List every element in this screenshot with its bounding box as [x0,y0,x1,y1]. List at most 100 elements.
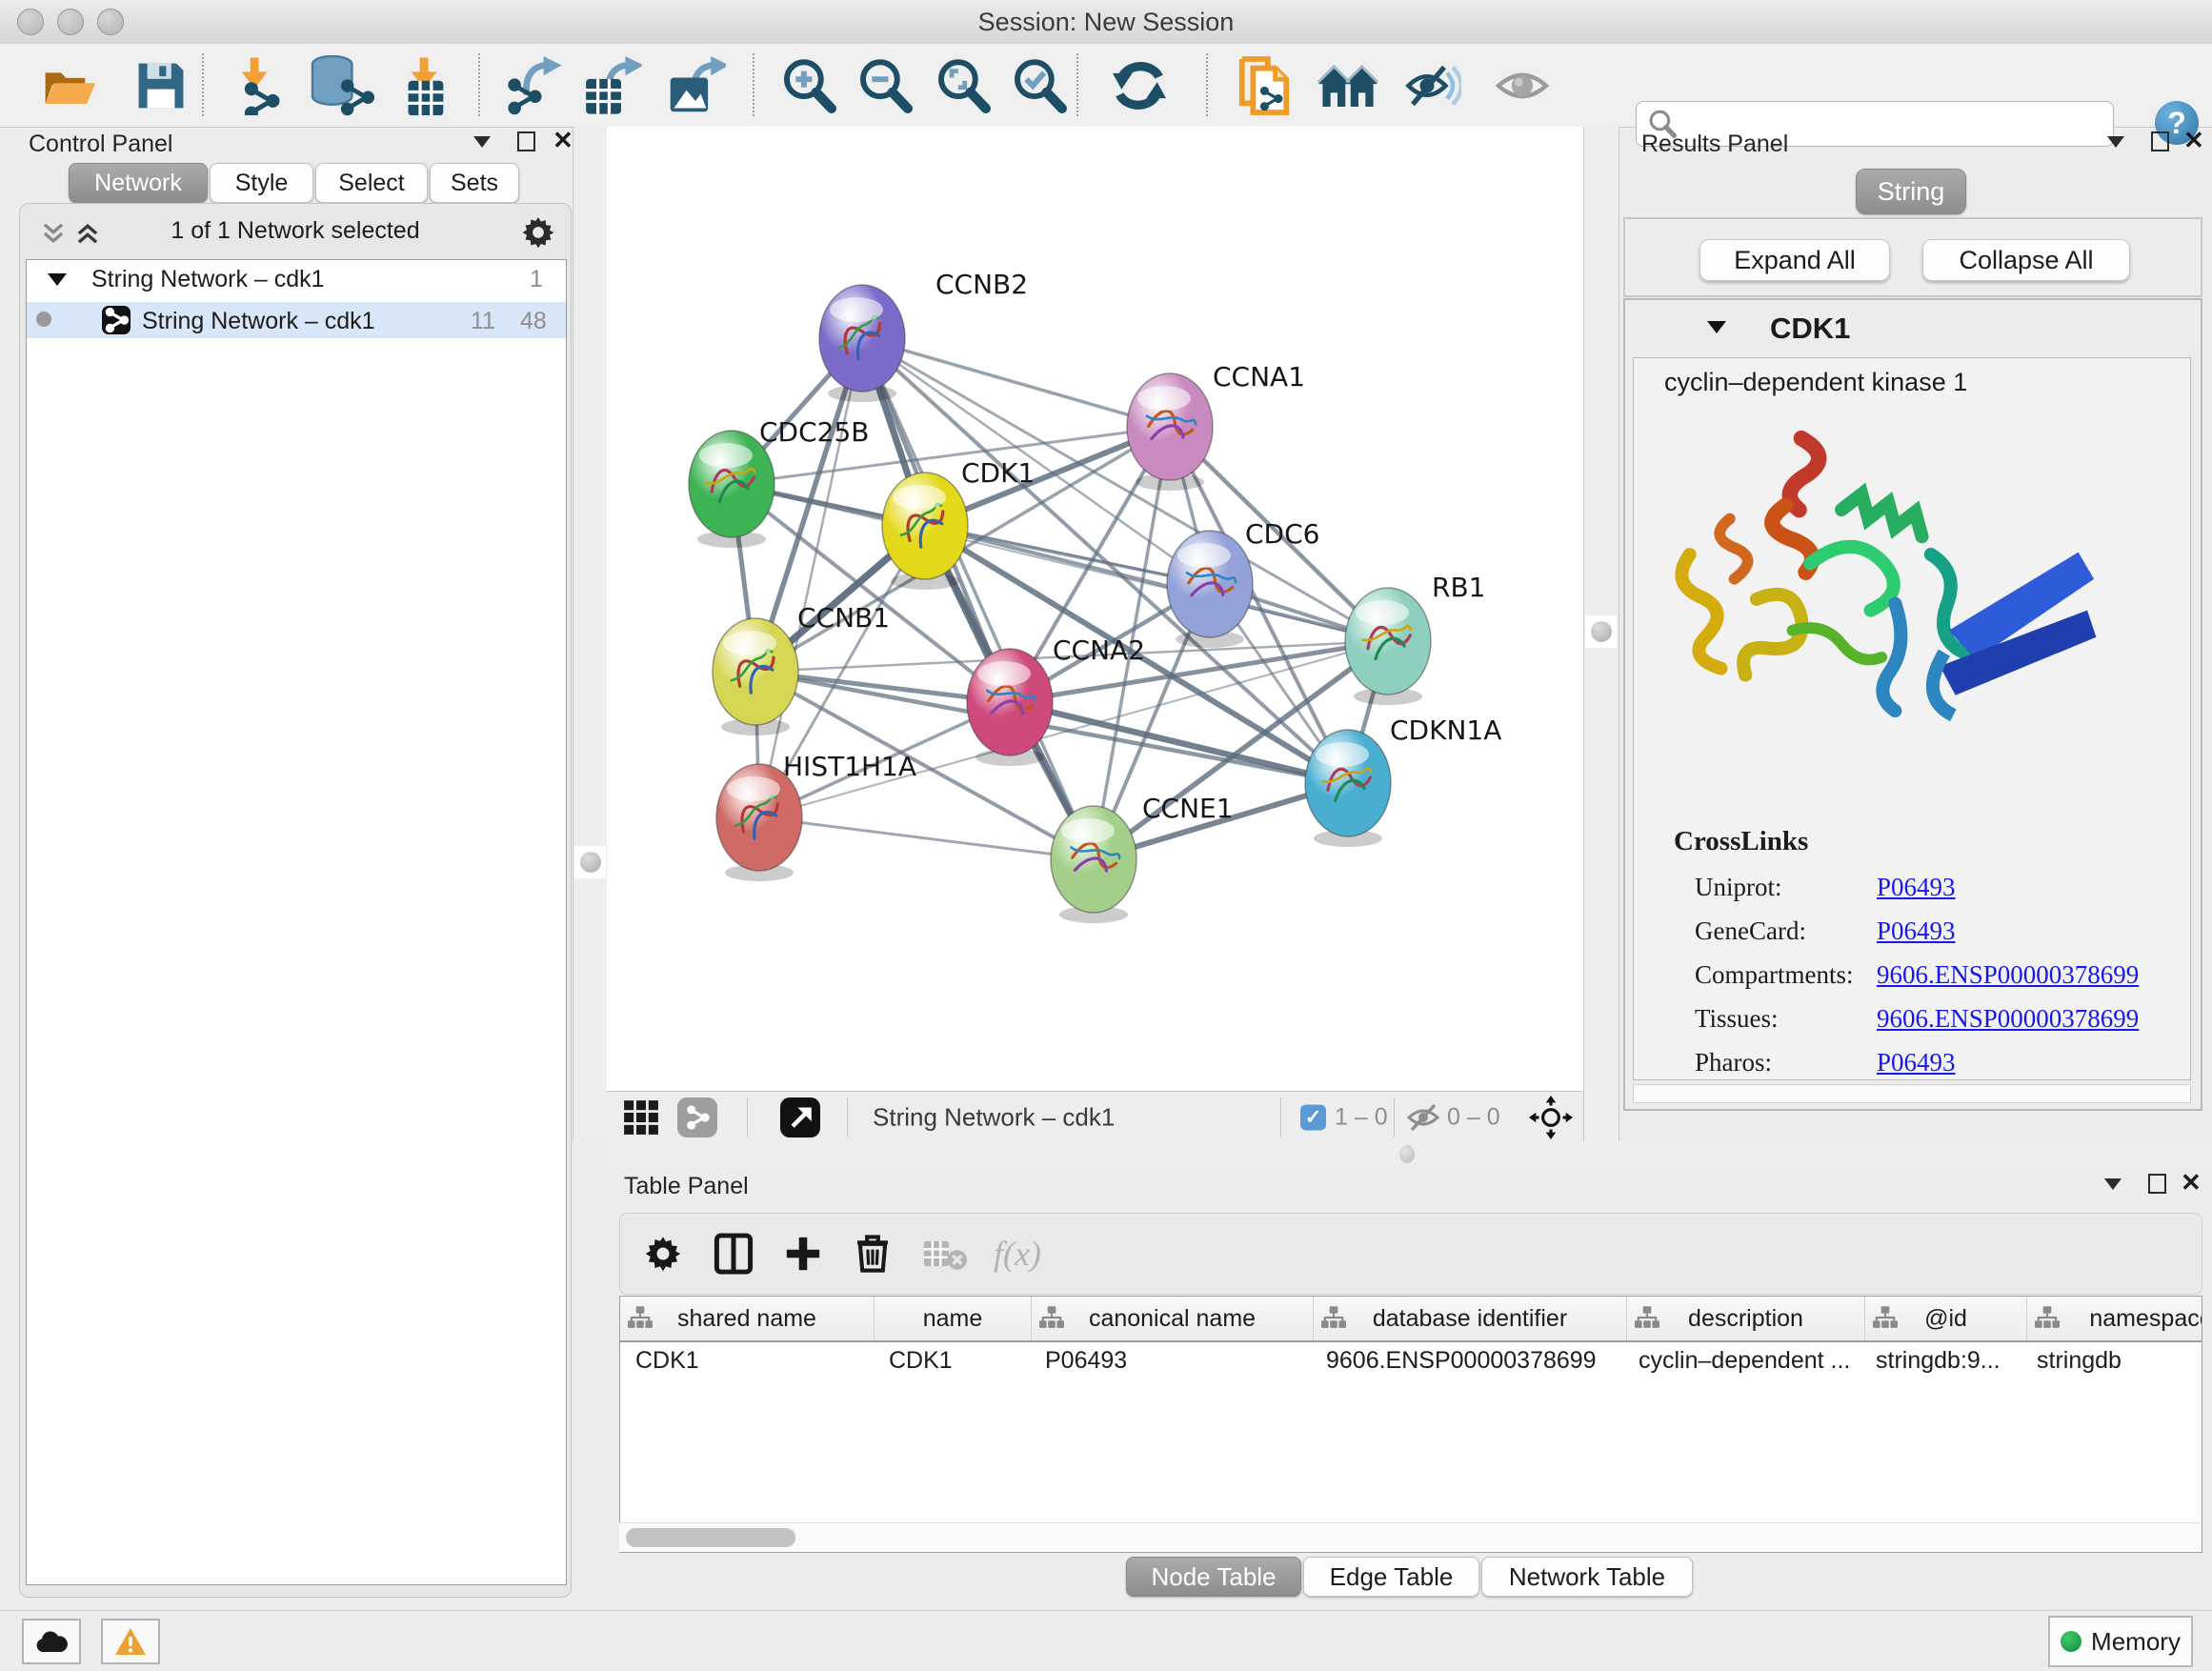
network-row-selected[interactable]: String Network – cdk1 11 48 [27,302,566,338]
network-label: String Network – cdk1 [142,308,375,335]
network-node-CDK1[interactable] [882,473,968,579]
results-scrollbar-track[interactable] [1633,1084,2191,1103]
tab-edge-table[interactable]: Edge Table [1303,1557,1479,1597]
hide-unhide-icon[interactable] [1404,61,1461,111]
zoom-fit-icon[interactable] [935,58,991,113]
network-edge-CCNA2-CDKN1A[interactable] [1010,702,1348,783]
column-header-canonical-name[interactable]: canonical name [1032,1297,1314,1340]
network-graph[interactable]: CCNB2CCNA1CDC25BCDK1CDC6RB1CCNB1CCNA2CDK… [607,127,1583,1091]
network-node-CDC6[interactable] [1167,531,1253,637]
right-splitter-grip[interactable] [1585,615,1617,648]
refresh-icon[interactable] [1111,59,1168,112]
tab-style[interactable]: Style [210,163,313,203]
table-panel-close-icon[interactable]: ✕ [2181,1173,2202,1192]
network-node-CCNA2[interactable] [967,649,1053,755]
table-panel-collapse-icon[interactable] [2104,1178,2122,1190]
create-column-icon[interactable] [784,1235,822,1273]
column-header-namespace[interactable]: namespace [2027,1297,2202,1340]
control-panel-collapse-icon[interactable] [473,136,491,148]
left-splitter-grip[interactable] [574,846,606,878]
control-panel-close-icon[interactable]: ✕ [553,131,573,150]
tab-string[interactable]: String [1856,169,1966,214]
network-node-CCNA1[interactable] [1127,373,1213,480]
tab-network-table[interactable]: Network Table [1481,1557,1693,1597]
selected-checkbox-icon[interactable]: ✓ [1300,1104,1326,1130]
crosslink-link[interactable]: P06493 [1877,916,1956,946]
save-session-icon[interactable] [135,60,187,111]
node-label-CDK1: CDK1 [961,457,1035,489]
network-canvas[interactable]: CCNB2CCNA1CDC25BCDK1CDC6RB1CCNB1CCNA2CDK… [607,127,1583,1091]
import-table-icon[interactable] [396,56,453,115]
node-label-CDC6: CDC6 [1245,518,1319,550]
export-network-icon[interactable] [503,56,562,115]
crosslink-link[interactable]: P06493 [1877,873,1956,902]
zoom-out-icon[interactable] [857,58,913,113]
crosslink-link[interactable]: P06493 [1877,1048,1956,1077]
crosslink-link[interactable]: 9606.ENSP00000378699 [1877,1004,2139,1034]
column-header-@id[interactable]: @id [1865,1297,2027,1340]
column-header-description[interactable]: description [1627,1297,1865,1340]
control-panel-float-icon[interactable] [517,131,535,151]
table-options-gear-icon[interactable] [644,1235,682,1273]
tab-network[interactable]: Network [69,163,208,203]
show-graphics-details-icon[interactable] [1496,67,1549,105]
collection-expand-caret[interactable] [48,273,67,286]
network-node-RB1[interactable] [1345,588,1431,695]
network-node-CCNB2[interactable] [819,285,905,392]
tab-sets[interactable]: Sets [430,163,519,203]
show-columns-icon[interactable] [714,1233,754,1275]
crosslink-row: Tissues:9606.ENSP00000378699 [1634,1004,2190,1042]
export-image-icon[interactable] [665,56,726,115]
network-collection-row[interactable]: String Network – cdk1 1 [27,260,566,302]
table-row[interactable]: CDK1CDK1P064939606.ENSP00000378699cyclin… [620,1342,2202,1379]
column-header-database-identifier[interactable]: database identifier [1314,1297,1627,1340]
open-session-icon[interactable] [42,62,97,110]
crosslink-row: Pharos:P06493 [1634,1048,2190,1080]
expand-all-button[interactable]: Expand All [1699,239,1890,281]
horizontal-splitter-grip[interactable] [1399,1145,1415,1163]
network-from-clipboard-icon[interactable] [1237,55,1292,116]
memory-button[interactable]: Memory [2048,1616,2193,1667]
delete-column-icon[interactable] [855,1233,891,1275]
tab-node-table[interactable]: Node Table [1126,1557,1301,1597]
column-header-name[interactable]: name [875,1297,1032,1340]
network-edge-CCNB2-HIST1H1A[interactable] [759,338,862,817]
results-panel-float-icon[interactable] [2151,131,2169,151]
crosslink-link[interactable]: 9606.ENSP00000378699 [1877,960,2139,990]
grid-view-icon[interactable] [623,1099,659,1136]
protein-structure-image [1662,425,2110,749]
fit-content-crosshair-icon[interactable] [1529,1096,1573,1139]
hidden-eye-icon[interactable] [1405,1102,1441,1133]
network-node-CCNB1[interactable] [713,618,798,725]
network-overview-icon[interactable] [677,1097,717,1137]
node-table[interactable]: shared namenamecanonical namedatabase id… [619,1296,2202,1553]
table-scrollbar-thumb[interactable] [626,1528,795,1547]
network-node-CCNE1[interactable] [1051,806,1136,913]
left-splitter[interactable] [573,127,609,1141]
birds-eye-view-icon[interactable] [780,1097,820,1137]
cloud-button[interactable] [22,1619,81,1664]
homes-icon[interactable] [1317,61,1379,111]
gene-section-caret[interactable] [1707,321,1726,333]
collapse-all-button[interactable]: Collapse All [1922,239,2130,281]
results-panel-close-icon[interactable]: ✕ [2183,131,2204,150]
results-panel-collapse-icon[interactable] [2107,136,2124,148]
table-panel-float-icon[interactable] [2148,1174,2166,1194]
tab-select[interactable]: Select [315,163,428,203]
import-database-icon[interactable] [307,55,379,116]
gene-name: CDK1 [1770,312,1850,346]
zoom-in-icon[interactable] [781,58,836,113]
network-edge-CCNE1-HIST1H1A[interactable] [759,817,1094,859]
column-header-shared-name[interactable]: shared name [620,1297,875,1340]
collection-count: 1 [530,266,543,293]
network-node-CDKN1A[interactable] [1305,730,1391,836]
warnings-button[interactable] [101,1619,160,1664]
network-options-gear-icon[interactable] [521,215,555,250]
right-splitter[interactable] [1583,127,1619,1141]
table-horizontal-scrollbar[interactable] [619,1522,2201,1552]
export-table-icon[interactable] [581,56,642,115]
clear-table-icon[interactable] [923,1237,967,1271]
zoom-selected-icon[interactable] [1012,58,1067,113]
import-network-icon[interactable] [229,56,286,115]
horizontal-splitter[interactable] [607,1141,2212,1167]
